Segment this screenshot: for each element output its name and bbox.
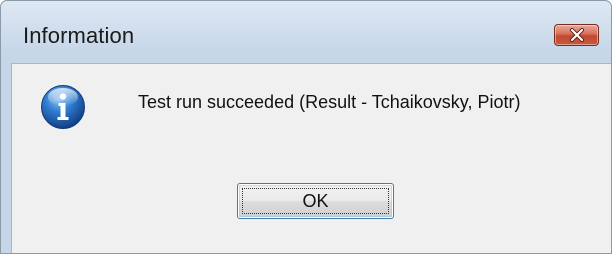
info-icon bbox=[40, 84, 86, 130]
title-bar[interactable]: Information bbox=[1, 1, 611, 63]
ok-button-label: OK bbox=[302, 190, 329, 211]
close-icon bbox=[569, 28, 585, 42]
dialog-content: Test run succeeded (Result - Tchaikovsky… bbox=[11, 63, 611, 253]
information-dialog: Information Test run succeeded (Result -… bbox=[0, 0, 612, 254]
close-button[interactable] bbox=[554, 24, 599, 46]
ok-button[interactable]: OK bbox=[237, 183, 394, 219]
message-text: Test run succeeded (Result - Tchaikovsky… bbox=[138, 92, 521, 112]
dialog-title: Information bbox=[23, 23, 135, 48]
